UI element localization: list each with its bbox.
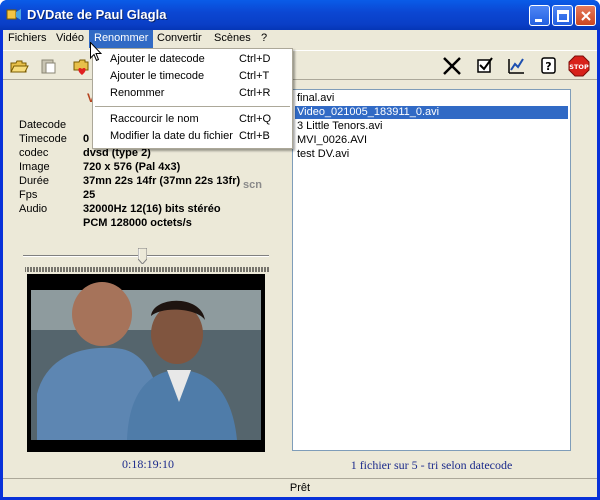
app-window: DVDate de Paul Glagla Fichiers Vidéo Ren… <box>0 0 600 500</box>
stop-icon[interactable]: STOP <box>568 55 590 77</box>
info-value: 720 x 576 (Pal 4x3) <box>83 161 181 173</box>
cross-tool-icon[interactable] <box>441 55 463 77</box>
info-value: 25 <box>83 189 96 201</box>
seek-slider-thumb[interactable] <box>137 247 148 265</box>
menu-modifier-date[interactable]: Modifier la date du fichier Ctrl+B <box>93 128 292 145</box>
mouse-cursor-icon <box>90 42 102 62</box>
maximize-button[interactable] <box>552 5 573 26</box>
window-title: DVDate de Paul Glagla <box>27 7 167 22</box>
client-area: Fichiers Vidéo Renommer Convertir Scènes… <box>3 30 597 497</box>
menu-item-shortcut: Ctrl+T <box>239 70 270 82</box>
chart-icon[interactable] <box>505 55 527 77</box>
app-icon <box>6 7 22 23</box>
list-item[interactable]: MVI_0026.AVI <box>295 134 568 147</box>
minimize-button[interactable] <box>529 5 550 26</box>
renommer-dropdown-menu: Ajouter le datecode Ctrl+D Ajouter le ti… <box>92 48 293 149</box>
info-value: 37mn 22s 14fr (37mn 22s 13fr) <box>83 175 241 187</box>
title-bar[interactable]: DVDate de Paul Glagla <box>0 0 600 30</box>
info-value: 0 <box>83 133 90 145</box>
open-folder-icon[interactable] <box>8 55 30 77</box>
svg-text:?: ? <box>545 60 551 73</box>
menu-separator <box>95 106 290 107</box>
menu-help[interactable]: ? <box>256 30 272 48</box>
status-bar: Prêt <box>3 478 597 497</box>
paste-icon[interactable] <box>38 55 60 77</box>
menu-item-shortcut: Ctrl+R <box>239 87 271 99</box>
menu-raccourcir-nom[interactable]: Raccourcir le nom Ctrl+Q <box>93 111 292 128</box>
menu-renommer-item[interactable]: Renommer Ctrl+R <box>93 85 292 102</box>
menu-item-label: Ajouter le timecode <box>110 70 205 82</box>
menu-convertir[interactable]: Convertir <box>152 30 207 48</box>
file-count-status: 1 fichier sur 5 - tri selon datecode <box>350 458 513 472</box>
info-row-audio: Audio 32000Hz 12(16) bits stéréo <box>19 203 279 216</box>
info-label: Durée <box>19 175 49 187</box>
checkbox-icon[interactable] <box>474 55 496 77</box>
menu-item-label: Ajouter le datecode <box>110 53 205 65</box>
info-label: Audio <box>19 203 48 215</box>
menu-item-label: Raccourcir le nom <box>110 113 199 125</box>
help-icon[interactable]: ? <box>538 55 560 77</box>
scn-label: scn <box>243 179 262 191</box>
info-label: Fps <box>19 189 38 201</box>
current-timecode: 0:18:19:10 <box>121 457 174 471</box>
info-row-audio-pcm: PCM 128000 octets/s <box>19 217 279 230</box>
menu-item-shortcut: Ctrl+B <box>239 130 270 142</box>
info-row-image: Image 720 x 576 (Pal 4x3) <box>19 161 279 174</box>
menu-fichiers[interactable]: Fichiers <box>3 30 52 48</box>
list-item[interactable]: Video_021005_183911_0.avi <box>295 106 568 119</box>
info-row-fps: Fps 25 <box>19 189 279 202</box>
status-text: Prêt <box>289 482 311 494</box>
menu-item-shortcut: Ctrl+D <box>239 53 271 65</box>
video-preview <box>27 274 265 452</box>
menu-ajouter-datecode[interactable]: Ajouter le datecode Ctrl+D <box>93 51 292 68</box>
svg-text:STOP: STOP <box>569 63 589 71</box>
info-value: PCM 128000 octets/s <box>83 217 192 229</box>
info-label: Image <box>19 161 50 173</box>
menu-video[interactable]: Vidéo <box>51 30 89 48</box>
list-item[interactable]: test DV.avi <box>295 148 568 161</box>
menu-item-shortcut: Ctrl+Q <box>239 113 272 125</box>
menu-scenes[interactable]: Scènes <box>209 30 256 48</box>
info-label: Timecode <box>19 133 67 145</box>
list-item[interactable]: 3 Little Tenors.avi <box>295 120 568 133</box>
file-list[interactable]: final.avi Video_021005_183911_0.avi 3 Li… <box>292 89 571 451</box>
info-label: codec <box>19 147 49 159</box>
info-row-duree: Durée 37mn 22s 14fr (37mn 22s 13fr) <box>19 175 279 188</box>
menu-item-label: Modifier la date du fichier <box>110 130 233 142</box>
slider-ruler <box>25 267 269 272</box>
info-value: 32000Hz 12(16) bits stéréo <box>83 203 221 215</box>
list-item[interactable]: final.avi <box>295 92 568 105</box>
menu-ajouter-timecode[interactable]: Ajouter le timecode Ctrl+T <box>93 68 292 85</box>
menu-item-label: Renommer <box>110 87 165 99</box>
info-label: Datecode <box>19 119 67 131</box>
close-button[interactable] <box>575 5 596 26</box>
